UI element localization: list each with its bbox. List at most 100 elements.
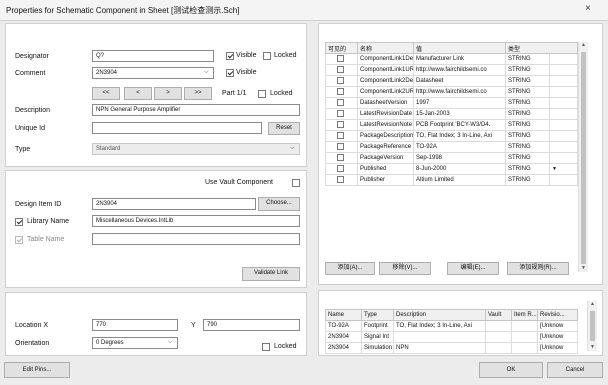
- models-header-type[interactable]: Type: [361, 309, 394, 321]
- model-name-cell[interactable]: 2N3904: [325, 342, 362, 354]
- parameter-visible-cell[interactable]: [325, 64, 358, 76]
- scrollbar-thumb[interactable]: [590, 311, 595, 341]
- parameter-type-cell[interactable]: STRING: [505, 141, 550, 153]
- parameter-value-cell[interactable]: http://www.fairchildsemi.co: [413, 86, 506, 98]
- graphical-locked-checkbox[interactable]: [262, 343, 270, 351]
- location-x-field[interactable]: 770: [92, 319, 178, 331]
- parameter-row[interactable]: DatasheetVersion 1997 STRING: [325, 97, 579, 109]
- model-row[interactable]: TO-92A Footprint TO, Flat Index; 3 In-Line…: [325, 320, 578, 332]
- choose-button[interactable]: Choose...: [258, 197, 300, 211]
- parameter-row[interactable]: ComponentLink1URL http://www.fairchildsem…: [325, 64, 579, 76]
- parameter-name-cell[interactable]: PackageReference: [357, 141, 414, 153]
- model-description-cell[interactable]: [393, 331, 486, 343]
- model-description-cell[interactable]: TO, Flat Index; 3 In-Line, Axi: [393, 320, 486, 332]
- parameter-visible-cell[interactable]: [325, 130, 358, 142]
- orientation-dropdown[interactable]: 0 Degrees: [92, 337, 178, 349]
- designator-locked-checkbox[interactable]: [263, 52, 271, 60]
- model-item-cell[interactable]: [511, 342, 538, 354]
- parameter-type-cell[interactable]: STRING: [505, 86, 550, 98]
- parameter-row[interactable]: Published 8-Jun-2000 STRING ▼: [325, 163, 579, 175]
- scroll-down-icon[interactable]: ▼: [590, 344, 595, 350]
- parameter-type-cell[interactable]: STRING: [505, 152, 550, 164]
- parameter-visible-cell[interactable]: [325, 108, 358, 120]
- models-scrollbar[interactable]: ▲ ▼: [587, 301, 597, 351]
- parameter-visible-cell[interactable]: [325, 152, 358, 164]
- reset-button[interactable]: Reset: [268, 122, 300, 135]
- unique-id-field[interactable]: [92, 122, 262, 134]
- parameter-type-cell[interactable]: STRING: [505, 163, 550, 175]
- model-row[interactable]: 2N3904 Simulation NPN [Unknow: [325, 342, 578, 354]
- parameter-name-cell[interactable]: Published: [357, 163, 414, 175]
- chevron-down-icon[interactable]: ⌵: [290, 145, 295, 152]
- designator-field[interactable]: Q?: [92, 50, 214, 62]
- parameter-visible-checkbox[interactable]: [337, 165, 344, 173]
- parameter-row[interactable]: ComponentLink1Des Manufacturer Link STRING: [325, 53, 579, 65]
- edit-parameter-button[interactable]: 编辑(E)...: [447, 262, 499, 275]
- parameter-visible-cell[interactable]: [325, 53, 358, 65]
- chevron-down-icon[interactable]: ⌵: [168, 339, 173, 346]
- parameter-row[interactable]: LatestRevisionDate 15-Jan-2003 STRING: [325, 108, 579, 120]
- model-description-cell[interactable]: NPN: [393, 342, 486, 354]
- part-next-button[interactable]: >: [154, 87, 182, 100]
- parameter-row[interactable]: LatestRevisionNote PCB Footprint 'BCY-W3/…: [325, 119, 579, 131]
- model-revision-cell[interactable]: [Unknow: [537, 342, 578, 354]
- library-name-checkbox[interactable]: [15, 218, 23, 226]
- dropdown-arrow-icon[interactable]: ▼: [552, 166, 557, 172]
- parameter-type-cell[interactable]: STRING: [505, 130, 550, 142]
- description-field[interactable]: NPN General Purpose Amplifier: [92, 104, 300, 116]
- model-item-cell[interactable]: [511, 331, 538, 343]
- parameter-visible-checkbox[interactable]: [337, 110, 344, 118]
- parameter-visible-checkbox[interactable]: [337, 88, 344, 96]
- parameter-type-cell[interactable]: STRING: [505, 108, 550, 120]
- parameter-type-cell[interactable]: STRING: [505, 97, 550, 109]
- add-parameter-button[interactable]: 添加(A)...: [325, 262, 375, 275]
- parameter-type-cell[interactable]: STRING: [505, 53, 550, 65]
- table-name-checkbox[interactable]: [15, 236, 23, 244]
- column-header-name[interactable]: 名称: [357, 42, 414, 54]
- chevron-down-icon[interactable]: ⌵: [204, 69, 209, 76]
- type-dropdown[interactable]: Standard: [92, 143, 300, 155]
- parameter-row[interactable]: ComponentLink2URL http://www.fairchildsem…: [325, 86, 579, 98]
- model-revision-cell[interactable]: [Unknow: [537, 320, 578, 332]
- model-vault-cell[interactable]: [485, 331, 512, 343]
- models-header-description[interactable]: Description: [393, 309, 486, 321]
- parameter-visible-cell[interactable]: [325, 75, 358, 87]
- model-name-cell[interactable]: 2N3904: [325, 331, 362, 343]
- parameter-name-cell[interactable]: PackageVersion: [357, 152, 414, 164]
- designator-visible-checkbox[interactable]: [226, 52, 234, 60]
- ok-button[interactable]: OK: [479, 362, 543, 378]
- parameter-name-cell[interactable]: ComponentLink2URL: [357, 86, 414, 98]
- models-header-name[interactable]: Name: [325, 309, 362, 321]
- parameter-visible-checkbox[interactable]: [337, 132, 344, 140]
- location-y-field[interactable]: 790: [203, 319, 300, 331]
- parameter-type-cell[interactable]: STRING: [505, 119, 550, 131]
- part-locked-checkbox[interactable]: [258, 90, 266, 98]
- part-first-button[interactable]: <<: [92, 87, 120, 100]
- library-name-field[interactable]: Miscellaneous Devices.IntLib: [92, 215, 300, 227]
- parameter-name-cell[interactable]: LatestRevisionDate: [357, 108, 414, 120]
- model-type-cell[interactable]: Footprint: [361, 320, 394, 332]
- models-header-revision[interactable]: Revisio...: [537, 309, 578, 321]
- parameter-name-cell[interactable]: DatasheetVersion: [357, 97, 414, 109]
- parameter-visible-cell[interactable]: [325, 86, 358, 98]
- parameter-row[interactable]: PackageDescription TO, Flat Index; 3 In-L…: [325, 130, 579, 142]
- parameter-value-cell[interactable]: http://www.fairchildsemi.co: [413, 64, 506, 76]
- parameter-row[interactable]: ComponentLink2Des Datasheet STRING: [325, 75, 579, 87]
- model-vault-cell[interactable]: [485, 342, 512, 354]
- close-icon[interactable]: ×: [585, 3, 591, 14]
- add-rule-button[interactable]: 添加规则(R)...: [507, 262, 569, 275]
- parameter-name-cell[interactable]: ComponentLink1URL: [357, 64, 414, 76]
- parameter-value-cell[interactable]: PCB Footprint 'BCY-W3/D4.: [413, 119, 506, 131]
- parameter-type-cell[interactable]: STRING: [505, 75, 550, 87]
- parameter-visible-checkbox[interactable]: [337, 143, 344, 151]
- parameter-row[interactable]: PackageVersion Sep-1998 STRING: [325, 152, 579, 164]
- parameter-visible-checkbox[interactable]: [337, 121, 344, 129]
- parameter-visible-checkbox[interactable]: [337, 176, 344, 184]
- parameter-value-cell[interactable]: Manufacturer Link: [413, 53, 506, 65]
- use-vault-checkbox[interactable]: [292, 179, 300, 187]
- parameter-value-cell[interactable]: 8-Jun-2000: [413, 163, 506, 175]
- column-header-type[interactable]: 类型: [504, 42, 579, 54]
- parameter-visible-cell[interactable]: [325, 119, 358, 131]
- column-header-visible[interactable]: 可见的: [325, 42, 358, 54]
- scroll-down-icon[interactable]: ▼: [581, 265, 586, 271]
